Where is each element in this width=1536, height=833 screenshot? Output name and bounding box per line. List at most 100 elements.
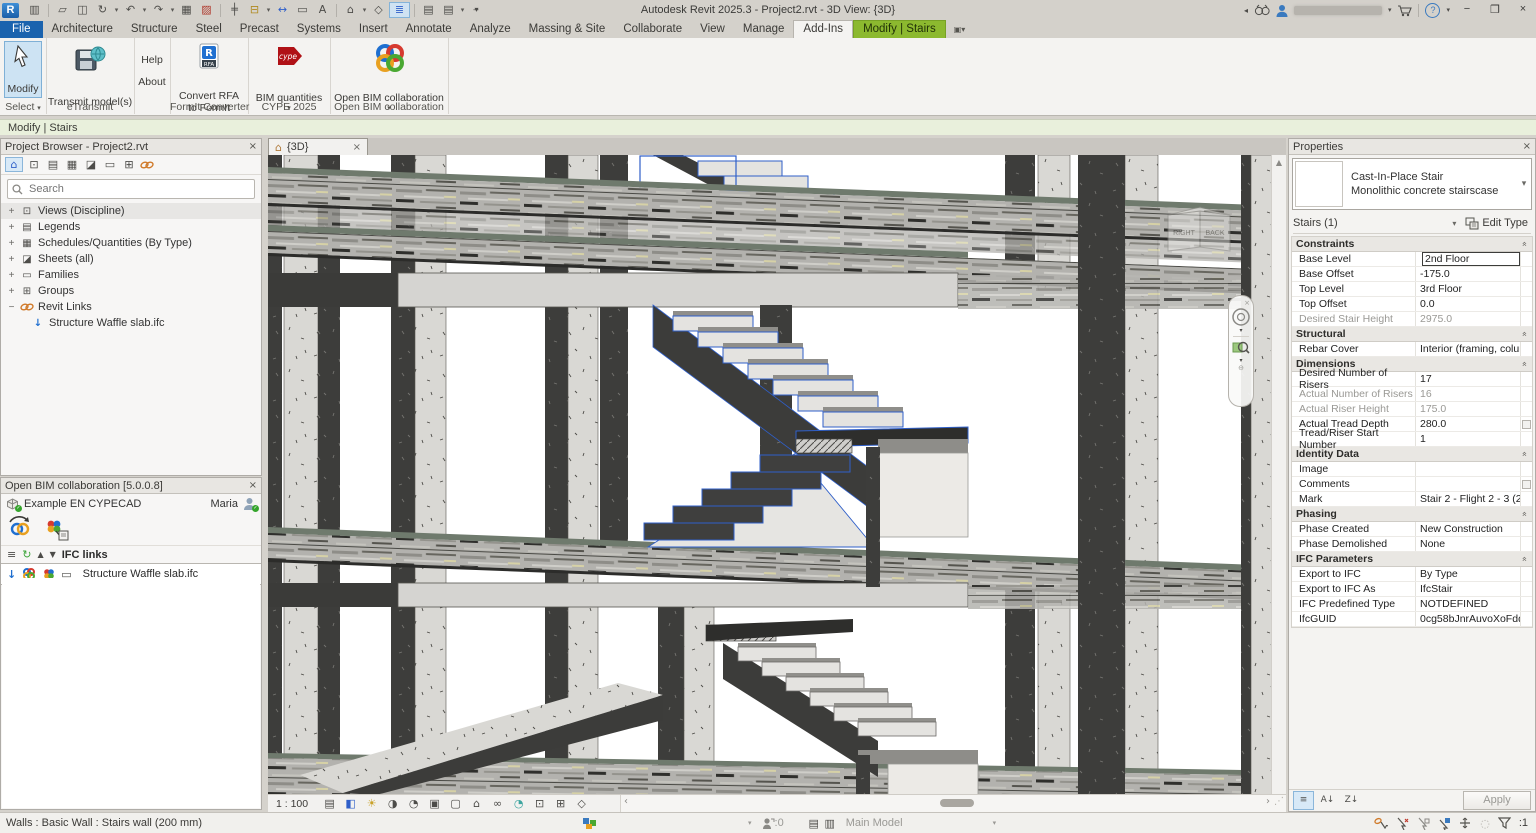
horizontal-scrollbar[interactable]: ‹ › ⋰ bbox=[620, 795, 1286, 812]
tab-insert[interactable]: Insert bbox=[350, 21, 397, 38]
tab-analyze[interactable]: Analyze bbox=[461, 21, 520, 38]
project-browser-close-icon[interactable]: × bbox=[249, 141, 257, 152]
property-row[interactable]: Base Level2nd Floor bbox=[1292, 252, 1532, 267]
redo-icon[interactable]: ↷ bbox=[149, 2, 168, 18]
tab-collaborate[interactable]: Collaborate bbox=[614, 21, 691, 38]
property-row[interactable]: Tread/Riser Start Number1 bbox=[1292, 432, 1532, 447]
sort-ascending-icon[interactable]: A↓ bbox=[1317, 791, 1338, 810]
minimize-button[interactable]: − bbox=[1456, 1, 1478, 19]
vertical-scrollbar[interactable]: ▲ bbox=[1271, 155, 1286, 795]
tab-add-ins[interactable]: Add-Ins bbox=[793, 20, 853, 38]
ui-toggle-icon[interactable]: ▥ bbox=[25, 2, 44, 18]
help-icon[interactable]: ? bbox=[1425, 3, 1440, 18]
sync-icon[interactable]: ↻ bbox=[93, 2, 112, 18]
close-hidden-windows-icon[interactable]: ▤ bbox=[419, 2, 438, 18]
render-icon[interactable]: ◇ bbox=[369, 2, 388, 18]
transmit-models-button[interactable] bbox=[74, 44, 106, 74]
move-up-icon[interactable]: ▲ bbox=[37, 550, 43, 559]
collapse-search-icon[interactable]: ◂ bbox=[1244, 6, 1248, 15]
temporary-hide-isolate-icon[interactable]: ∞ bbox=[490, 797, 505, 810]
save-icon[interactable]: ◫ bbox=[73, 2, 92, 18]
section-icon[interactable]: ╪ bbox=[225, 2, 244, 18]
tree-item-families[interactable]: +▭Families bbox=[1, 267, 261, 283]
property-row[interactable]: Phase DemolishedNone bbox=[1292, 537, 1532, 552]
section-phasing[interactable]: Phasing» bbox=[1292, 507, 1532, 522]
undo-caret-icon[interactable]: ▾ bbox=[141, 6, 148, 14]
view-scale[interactable]: 1 : 100 bbox=[276, 798, 308, 810]
select-panel-label[interactable]: Select ▾ bbox=[0, 101, 46, 113]
open-icon[interactable]: ▱ bbox=[53, 2, 72, 18]
default-3d-view-icon[interactable]: ⌂ bbox=[341, 2, 360, 18]
edit-type-button[interactable]: Edit Type bbox=[1462, 216, 1531, 231]
browser-schedules-icon[interactable]: ▦ bbox=[64, 157, 80, 172]
tab-precast[interactable]: Precast bbox=[231, 21, 288, 38]
refresh-icon[interactable]: ↻ bbox=[22, 548, 31, 561]
signed-in-username[interactable] bbox=[1294, 6, 1382, 15]
property-row[interactable]: Desired Stair Height2975.0 bbox=[1292, 312, 1532, 327]
move-down-icon[interactable]: ▼ bbox=[50, 550, 56, 559]
property-row[interactable]: Actual Number of Risers16 bbox=[1292, 387, 1532, 402]
element-filter-caret-icon[interactable]: ▾ bbox=[1452, 219, 1462, 228]
tree-item-views[interactable]: +⊡Views (Discipline) bbox=[1, 203, 261, 219]
background-processes-icon[interactable]: ◌ bbox=[1480, 817, 1490, 830]
tab-structure[interactable]: Structure bbox=[122, 21, 187, 38]
view-caret-icon[interactable]: ▾ bbox=[361, 6, 368, 14]
customize-qat-icon[interactable]: ▾̶ bbox=[467, 2, 486, 18]
about-menu-item[interactable]: About bbox=[134, 76, 170, 88]
open-bim-header[interactable]: Open BIM collaboration [5.0.0.8] × bbox=[1, 478, 261, 494]
revit-logo-icon[interactable]: R bbox=[2, 3, 19, 18]
thin-lines-icon[interactable]: ≣ bbox=[389, 2, 410, 18]
unlocked-view-icon[interactable]: ⌂ bbox=[469, 797, 484, 810]
sort-by-parameter-icon[interactable]: ≡ bbox=[1293, 791, 1314, 810]
tab-systems[interactable]: Systems bbox=[288, 21, 350, 38]
menu-icon[interactable]: ≡ bbox=[7, 548, 16, 561]
view-tab-close-icon[interactable]: × bbox=[353, 142, 361, 153]
browser-groups-icon[interactable]: ⊞ bbox=[121, 157, 137, 172]
measure-caret-icon[interactable]: ▾ bbox=[265, 6, 272, 14]
tag-icon[interactable]: ▭ bbox=[293, 2, 312, 18]
ribbon-display-toggle-icon[interactable]: ▣▾ bbox=[954, 25, 966, 38]
bim-quantities-button[interactable]: cype bbox=[272, 45, 306, 67]
tab-view[interactable]: View bbox=[691, 21, 734, 38]
property-row[interactable]: Base Offset-175.0 bbox=[1292, 267, 1532, 282]
convert-rfa-button[interactable]: R RFA bbox=[197, 43, 221, 71]
property-row[interactable]: Top Level3rd Floor bbox=[1292, 282, 1532, 297]
print-icon[interactable]: ▦ bbox=[177, 2, 196, 18]
property-row[interactable]: Rebar CoverInterior (framing, column... bbox=[1292, 342, 1532, 357]
property-row[interactable]: Desired Number of Risers17 bbox=[1292, 372, 1532, 387]
tree-item-ifc-link[interactable]: ↓Structure Waffle slab.ifc bbox=[1, 315, 261, 331]
sun-path-icon[interactable]: ☀ bbox=[364, 797, 379, 810]
select-links-icon[interactable] bbox=[1373, 817, 1388, 829]
design-options-icon[interactable]: ▤ bbox=[806, 817, 822, 830]
navbar-minimize-icon[interactable]: ⊖ bbox=[1238, 364, 1244, 372]
tab-architecture[interactable]: Architecture bbox=[43, 21, 122, 38]
editable-only-icon[interactable] bbox=[762, 817, 775, 830]
browser-links-icon[interactable] bbox=[140, 160, 154, 170]
shadows-icon[interactable]: ◑ bbox=[385, 797, 400, 810]
export-icon[interactable]: ▨ bbox=[197, 2, 216, 18]
element-filter[interactable]: Stairs (1) bbox=[1293, 217, 1338, 229]
zoom-tool-icon[interactable] bbox=[1232, 339, 1250, 357]
property-row[interactable]: Export to IFCBy Type bbox=[1292, 567, 1532, 582]
browser-views-icon[interactable]: ⊡ bbox=[26, 157, 42, 172]
redo-caret-icon[interactable]: ▾ bbox=[169, 6, 176, 14]
type-selector[interactable]: Cast-In-Place Stair Monolithic concrete … bbox=[1292, 158, 1532, 210]
browser-legends-icon[interactable]: ▤ bbox=[45, 157, 61, 172]
zoom-caret-icon[interactable]: ▾ bbox=[1239, 357, 1242, 364]
open-bim-close-icon[interactable]: × bbox=[249, 480, 257, 491]
section-structural[interactable]: Structural» bbox=[1292, 327, 1532, 342]
reveal-hidden-elements-icon[interactable]: ◔ bbox=[511, 797, 526, 810]
rendering-dialog-icon[interactable]: ◔ bbox=[406, 797, 421, 810]
properties-header[interactable]: Properties × bbox=[1289, 139, 1535, 155]
drag-on-selection-icon[interactable] bbox=[1459, 817, 1472, 830]
tree-item-schedules[interactable]: +▦Schedules/Quantities (By Type) bbox=[1, 235, 261, 251]
property-row[interactable]: Top Offset0.0 bbox=[1292, 297, 1532, 312]
open-bim-collaboration-button[interactable] bbox=[372, 42, 406, 74]
select-pinned-icon[interactable] bbox=[1417, 817, 1430, 830]
scrollbar-thumb[interactable] bbox=[940, 799, 974, 807]
tree-item-groups[interactable]: +⊞Groups bbox=[1, 283, 261, 299]
type-selector-caret-icon[interactable]: ▾ bbox=[1517, 179, 1531, 189]
design-options-picker-icon[interactable]: ▥ bbox=[822, 817, 838, 830]
design-option-caret-icon[interactable]: ▾ bbox=[993, 819, 997, 827]
section-ifc-parameters[interactable]: IFC Parameters» bbox=[1292, 552, 1532, 567]
